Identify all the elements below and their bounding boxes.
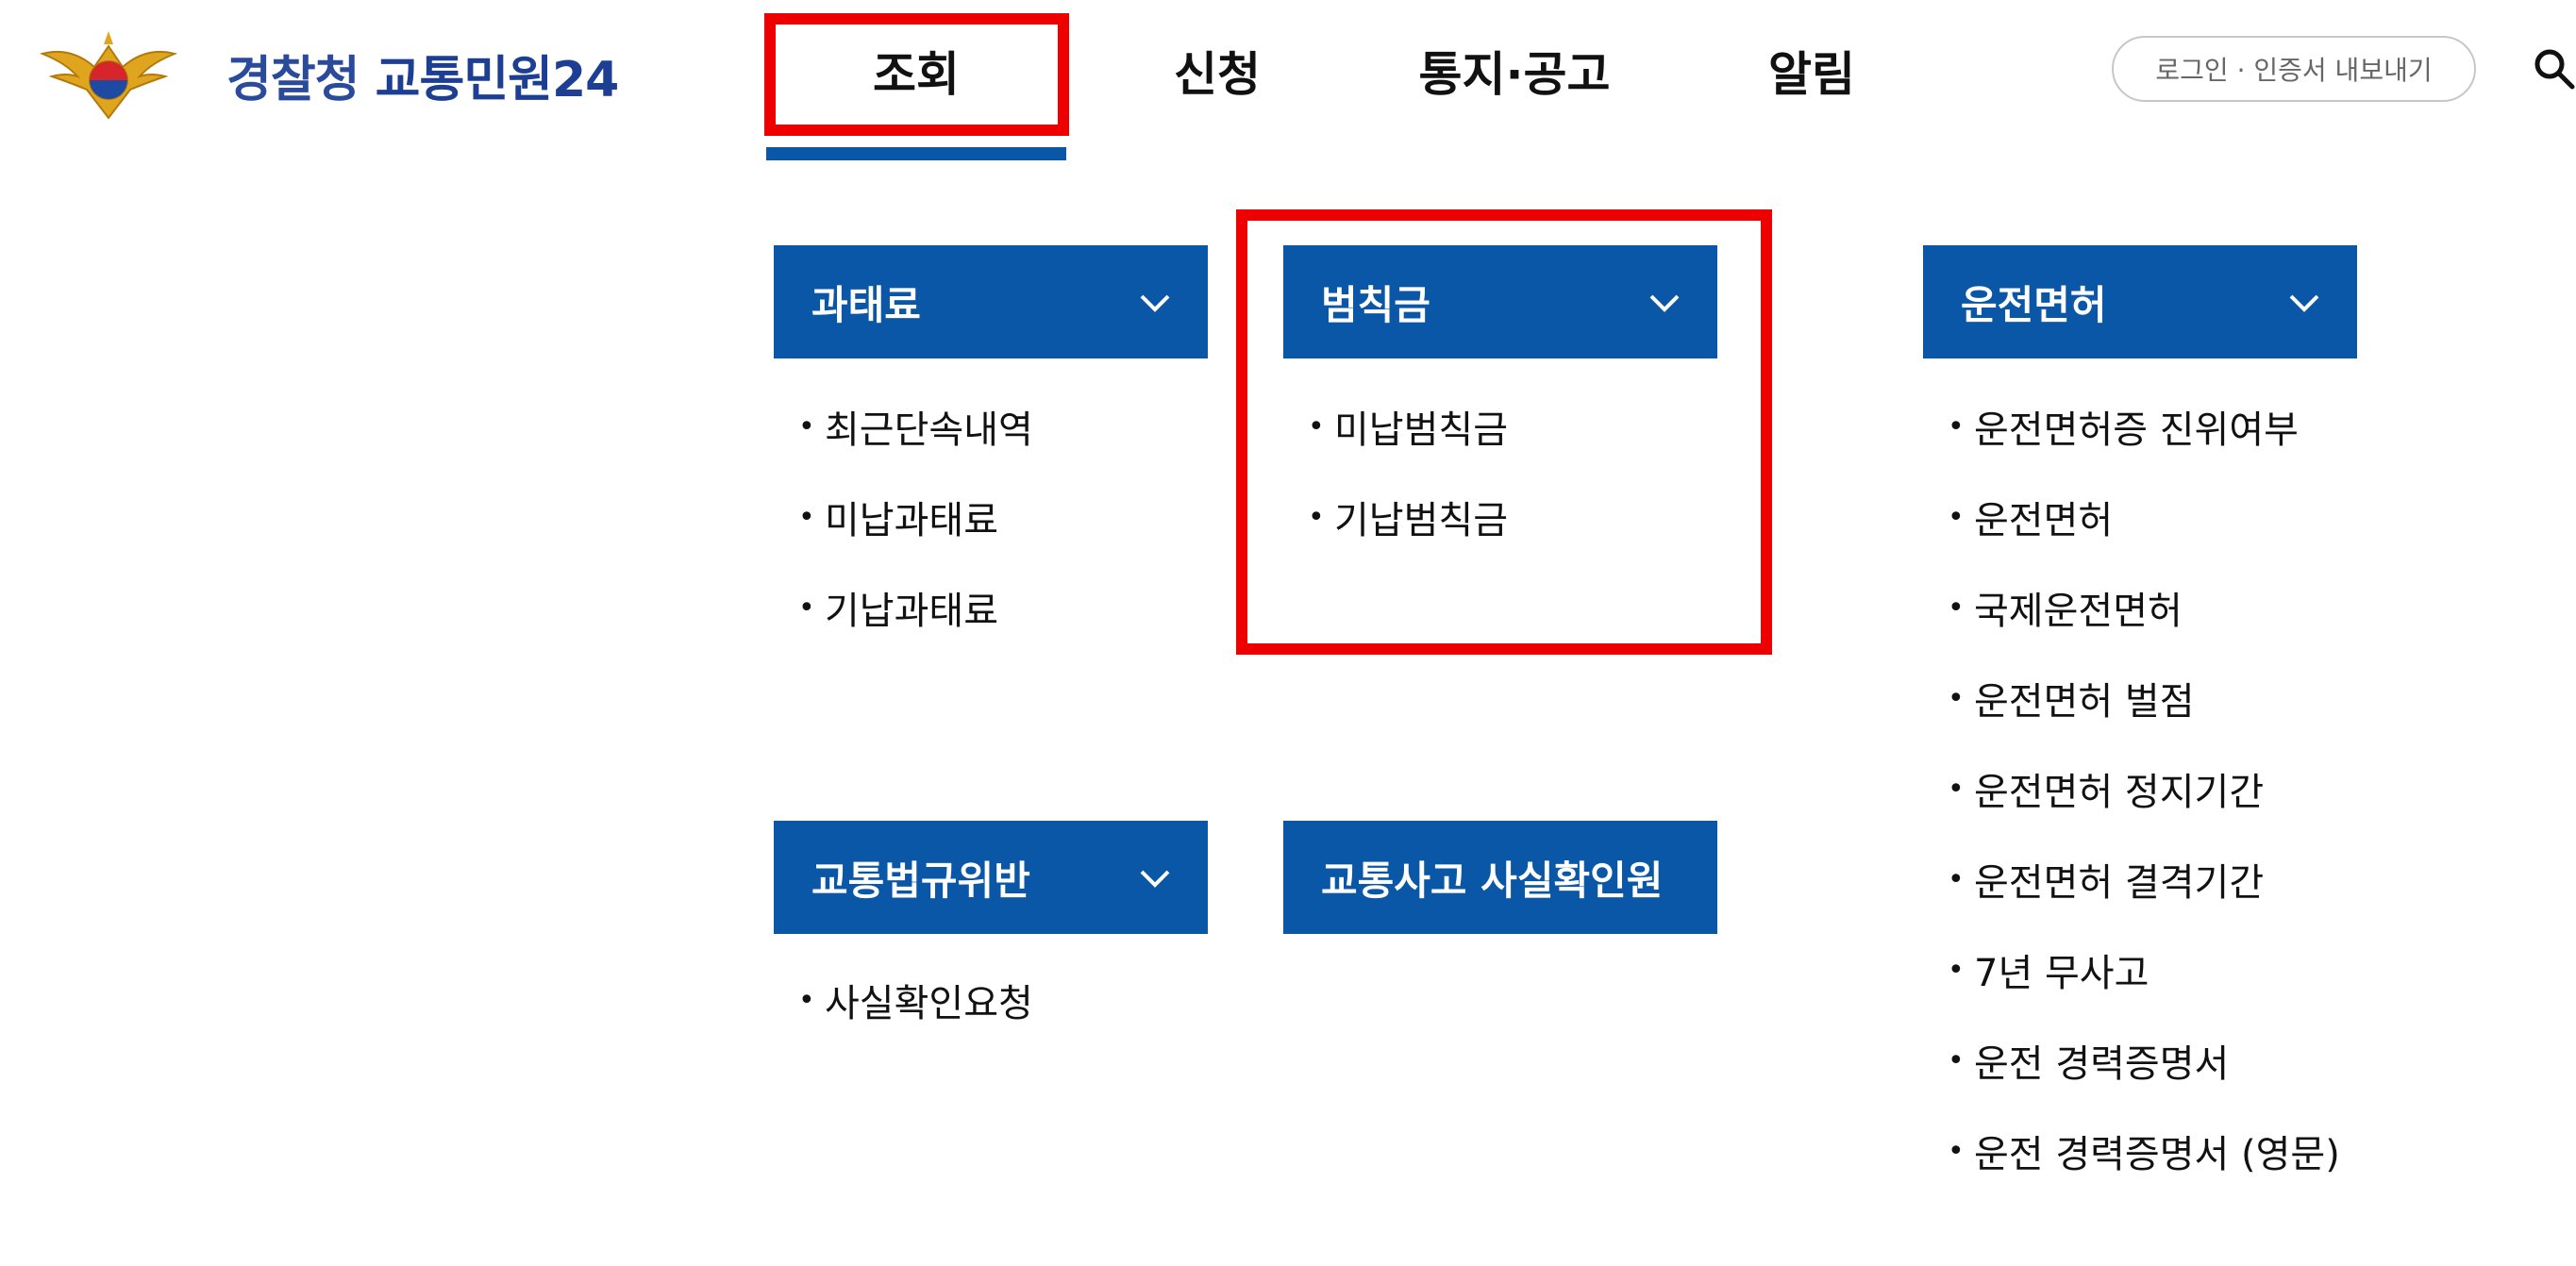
category-accident-title: 교통사고 사실확인원 <box>1321 857 1664 904</box>
bullet: • <box>798 500 815 534</box>
menu-item-label: 운전 경력증명서 <box>1974 1042 2230 1086</box>
chevron-down-icon <box>1140 294 1170 312</box>
category-fine-title: 과태료 <box>811 281 921 328</box>
menu-item-license-disqualification[interactable]: • 운전면허 결격기간 <box>1948 834 2533 925</box>
nav-highlight-box <box>764 13 1069 136</box>
menu-item-label: 최근단속내역 <box>825 408 1033 452</box>
nav-notice[interactable]: 통지·공고 <box>1387 28 1642 113</box>
penalty-highlight-box <box>1236 209 1772 655</box>
menu-item-paid-fine[interactable]: • 기납과태료 <box>798 562 1195 653</box>
menu-item-license[interactable]: • 운전면허 <box>1948 472 2533 562</box>
menu-item-label: 운전면허 <box>1974 499 2114 542</box>
bullet: • <box>1948 681 1965 715</box>
menu-item-label: 운전면허증 진위여부 <box>1974 408 2299 452</box>
menu-item-driving-career-certificate[interactable]: • 운전 경력증명서 <box>1948 1015 2533 1106</box>
bullet: • <box>1948 591 1965 625</box>
nav-apply[interactable]: 신청 <box>1123 28 1312 113</box>
menu-item-seven-year-no-accident[interactable]: • 7년 무사고 <box>1948 925 2533 1015</box>
menu-item-label: 운전면허 벌점 <box>1974 680 2195 724</box>
chevron-down-icon <box>2289 294 2319 312</box>
bullet: • <box>1948 953 1965 987</box>
bullet: • <box>1948 772 1965 806</box>
bullet: • <box>798 409 815 443</box>
bullet: • <box>1948 1043 1965 1077</box>
bullet: • <box>1948 409 1965 443</box>
bullet: • <box>798 983 815 1017</box>
menu-item-label: 사실확인요청 <box>825 982 1033 1025</box>
menu-item-license-points[interactable]: • 운전면허 벌점 <box>1948 653 2533 743</box>
logo-title: 교통민원24 <box>375 51 620 108</box>
category-accident-confirmation[interactable]: 교통사고 사실확인원 <box>1283 821 1717 934</box>
menu-item-label: 운전면허 결격기간 <box>1974 861 2265 905</box>
logo-text: 경찰청 교통민원24 <box>226 40 620 110</box>
menu-item-label: 국제운전면허 <box>1974 590 2183 633</box>
category-fine[interactable]: 과태료 <box>774 245 1208 358</box>
menu-item-label: 운전면허 정지기간 <box>1974 771 2265 814</box>
menu-item-international-license[interactable]: • 국제운전면허 <box>1948 562 2533 653</box>
search-button[interactable] <box>2531 45 2576 91</box>
menu-item-recent-enforcement[interactable]: • 최근단속내역 <box>798 381 1195 472</box>
nav-active-underline <box>766 147 1066 160</box>
nav-alert[interactable]: 알림 <box>1717 28 1906 113</box>
search-icon <box>2534 49 2575 90</box>
license-submenu: • 운전면허증 진위여부 • 운전면허 • 국제운전면허 • 운전면허 벌점 • 운전면허… <box>1948 381 2533 1196</box>
violation-submenu: • 사실확인요청 <box>798 955 1195 1045</box>
menu-item-unpaid-fine[interactable]: • 미납과태료 <box>798 472 1195 562</box>
police-emblem-icon <box>39 31 178 120</box>
category-traffic-violation-title: 교통법규위반 <box>811 857 1030 904</box>
menu-item-license-suspension[interactable]: • 운전면허 정지기간 <box>1948 743 2533 834</box>
menu-item-label: 기납과태료 <box>825 590 998 633</box>
category-license[interactable]: 운전면허 <box>1923 245 2357 358</box>
fine-submenu: • 최근단속내역 • 미납과태료 • 기납과태료 <box>798 381 1195 653</box>
menu-item-label: 미납과태료 <box>825 499 998 542</box>
bullet: • <box>1948 862 1965 896</box>
login-button[interactable]: 로그인 · 인증서 내보내기 <box>2112 36 2476 102</box>
chevron-down-icon <box>1140 870 1170 888</box>
site-logo[interactable]: 경찰청 교통민원24 <box>38 23 623 126</box>
menu-item-label: 운전 경력증명서 (영문) <box>1974 1133 2340 1176</box>
menu-item-fact-check-request[interactable]: • 사실확인요청 <box>798 955 1195 1045</box>
bullet: • <box>1948 1134 1965 1168</box>
menu-item-license-authenticity[interactable]: • 운전면허증 진위여부 <box>1948 381 2533 472</box>
menu-item-label: 7년 무사고 <box>1974 952 2149 995</box>
category-traffic-violation[interactable]: 교통법규위반 <box>774 821 1208 934</box>
menu-item-driving-career-certificate-en[interactable]: • 운전 경력증명서 (영문) <box>1948 1106 2533 1196</box>
category-license-title: 운전면허 <box>1961 281 2107 328</box>
bullet: • <box>1948 500 1965 534</box>
logo-prefix: 경찰청 <box>226 51 360 108</box>
bullet: • <box>798 591 815 625</box>
